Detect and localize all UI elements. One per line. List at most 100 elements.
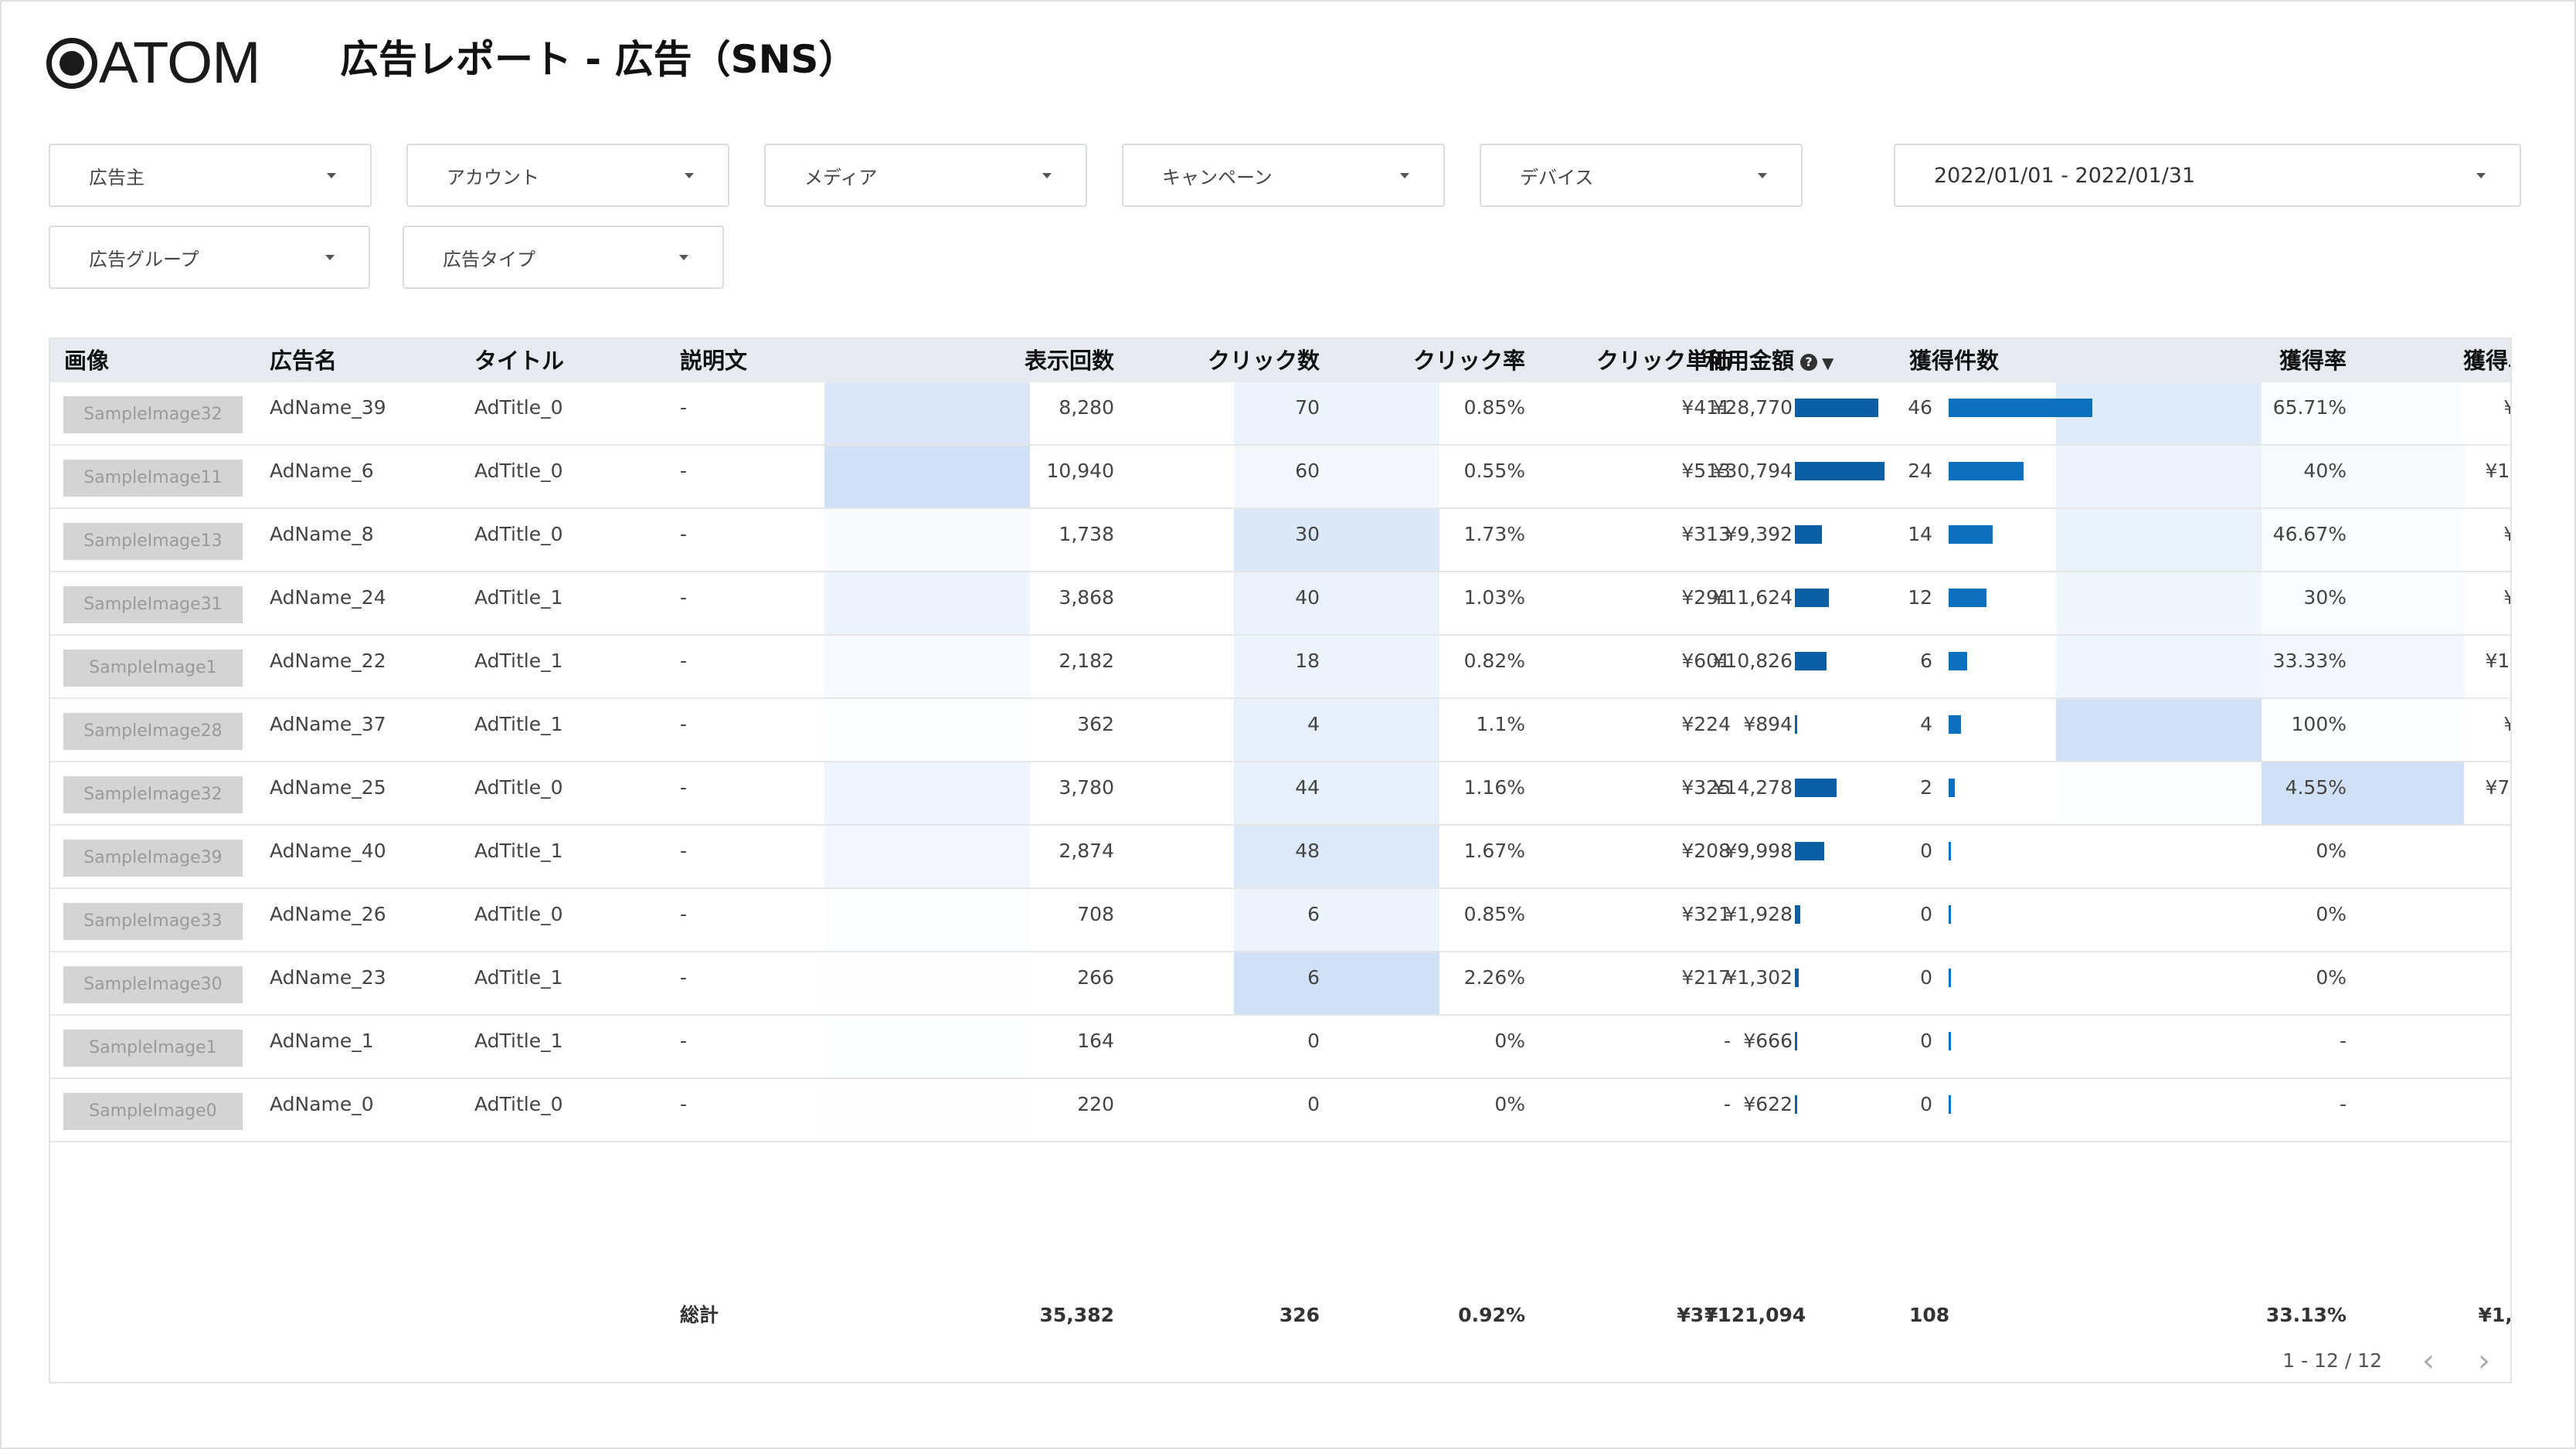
ad-image-thumbnail[interactable]: SampleImage13 — [63, 523, 243, 560]
cpa-cell: ¥969 — [2312, 572, 2510, 634]
conversions-value: 6 — [1920, 650, 1932, 672]
cpa-cell: ¥7,139 — [2485, 776, 2510, 799]
cvr-cell: 30% — [2303, 586, 2347, 609]
advertiser-filter-dropdown[interactable]: 広告主 — [49, 144, 372, 207]
spend-value: ¥622 — [1743, 1093, 1793, 1115]
media-filter-dropdown[interactable]: メディア — [764, 144, 1087, 207]
table-row[interactable]: SampleImage13 AdName_8 AdTitle_0-1,738 30 1.… — [50, 509, 2510, 572]
table-row[interactable]: SampleImage1AdName_1AdTitle_1-16400%---¥… — [50, 1016, 2510, 1079]
total-spend: ¥121,094 — [1704, 1304, 1806, 1326]
column-header-cpa[interactable]: 獲得単価 — [2312, 339, 2510, 382]
description-cell: - — [680, 523, 688, 545]
caret-down-icon — [325, 255, 335, 260]
table-row[interactable]: SampleImage32 AdName_39 AdTitle_0-8,280 70 0… — [50, 382, 2510, 446]
table-row[interactable]: SampleImage39 AdName_40 AdTitle_1-2,874 48 1… — [50, 826, 2510, 889]
ad-image-thumbnail[interactable]: SampleImage11 — [63, 460, 243, 497]
table-row[interactable]: SampleImage33 AdName_26 AdTitle_0-708 6 0.85… — [50, 889, 2510, 952]
date-range-picker[interactable]: 2022/01/01 - 2022/01/31 — [1894, 144, 2521, 207]
ad-image-thumbnail[interactable]: SampleImage39 — [63, 840, 243, 877]
spend-value: ¥14,278 — [1712, 776, 1793, 799]
column-header-ad-name[interactable]: 広告名 — [270, 339, 337, 382]
device-filter-dropdown[interactable]: デバイス — [1480, 144, 1803, 207]
table-row[interactable]: SampleImage0AdName_0AdTitle_0-22000%---¥… — [50, 1079, 2510, 1142]
media-filter-label: メディア — [804, 166, 878, 188]
conversions-value: 0 — [1920, 1030, 1932, 1052]
spend-value: ¥9,392 — [1725, 523, 1793, 545]
column-header-description[interactable]: 説明文 — [680, 339, 747, 382]
spend-value: ¥9,998 — [1725, 840, 1793, 862]
cvr-cell: 0% — [2316, 840, 2347, 862]
column-header-spend-label: 利用金額 — [1704, 348, 1795, 374]
ad-image-thumbnail[interactable]: SampleImage31 — [63, 586, 243, 623]
table-row[interactable]: SampleImage32 AdName_25 AdTitle_0-3,780 44 1… — [50, 762, 2510, 826]
totals-label: 総計 — [680, 1304, 719, 1326]
ad-image-thumbnail[interactable]: SampleImage1 — [63, 1030, 243, 1067]
spend-bar — [1795, 652, 1827, 670]
cvr-cell: 0% — [2316, 966, 2347, 989]
title-cell: AdTitle_0 — [474, 903, 563, 925]
ad-image-thumbnail[interactable]: SampleImage28 — [63, 713, 243, 750]
description-cell: - — [680, 776, 688, 799]
ad-image-thumbnail[interactable]: SampleImage32 — [63, 776, 243, 813]
conversions-value: 14 — [1908, 523, 1932, 545]
conversions-value: 0 — [1920, 840, 1932, 862]
ad-group-filter-dropdown[interactable]: 広告グループ — [49, 226, 370, 289]
help-icon[interactable]: ? — [1800, 354, 1818, 371]
conversions-value: 0 — [1920, 1093, 1932, 1115]
conversions-bar — [1949, 652, 1967, 670]
table-row[interactable]: SampleImage11 AdName_6 AdTitle_0-10,940 60 0… — [50, 446, 2510, 509]
chevron-left-icon[interactable]: ‹ — [2413, 1343, 2444, 1379]
conversions-bar — [1949, 589, 1986, 607]
ad-image-thumbnail[interactable]: SampleImage32 — [63, 396, 243, 433]
table-row[interactable]: SampleImage31 AdName_24 AdTitle_1-3,868 40 1… — [50, 572, 2510, 636]
account-filter-label: アカウント — [447, 166, 539, 188]
atom-logo: ATOM — [46, 34, 261, 93]
column-header-title[interactable]: タイトル — [474, 339, 564, 382]
spend-value: ¥10,826 — [1712, 650, 1793, 672]
spend-value: ¥1,302 — [1725, 966, 1793, 989]
spend-value: ¥666 — [1743, 1030, 1793, 1052]
cpa-cell: ¥1,804 — [2485, 650, 2510, 672]
spend-value: ¥28,770 — [1712, 396, 1793, 419]
sort-descending-icon[interactable]: ▼ — [1822, 354, 1833, 372]
cpa-cell: - — [2312, 826, 2510, 887]
conversions-bar — [1949, 1095, 1951, 1114]
ad-name-cell: AdName_23 — [270, 966, 386, 989]
caret-down-icon — [1042, 173, 1052, 178]
account-filter-dropdown[interactable]: アカウント — [406, 144, 729, 207]
column-header-cpc[interactable]: クリック単価 — [1490, 339, 1731, 382]
total-conversions: 108 — [1909, 1304, 1950, 1326]
total-cpc: ¥371 — [1677, 1304, 1731, 1326]
column-header-image[interactable]: 画像 — [64, 339, 109, 382]
ad-image-thumbnail[interactable]: SampleImage0 — [63, 1093, 243, 1130]
campaign-filter-label: キャンペーン — [1162, 166, 1273, 188]
column-header-spend[interactable]: 利用金額? ▼ — [1704, 339, 1833, 382]
totals-row: 総計 35,382 326 0.92% ¥371 ¥121,094 108 33… — [50, 1292, 2510, 1339]
cpa-cell: ¥224 — [2312, 699, 2510, 761]
ad-type-filter-dropdown[interactable]: 広告タイプ — [403, 226, 724, 289]
campaign-filter-dropdown[interactable]: キャンペーン — [1122, 144, 1445, 207]
total-cpa: ¥1,121 — [2478, 1304, 2512, 1326]
column-header-conversions[interactable]: 獲得件数 — [1909, 339, 1999, 382]
conversions-bar — [1949, 715, 1961, 734]
table-row[interactable]: SampleImage30 AdName_23 AdTitle_1-266 6 2.26… — [50, 952, 2510, 1016]
conversions-value: 12 — [1908, 586, 1932, 609]
conversions-value: 46 — [1908, 396, 1932, 419]
column-header-cvr[interactable]: 獲得率 — [2105, 339, 2347, 382]
chevron-right-icon[interactable]: › — [2469, 1343, 2500, 1379]
table-row[interactable]: SampleImage1 AdName_22 AdTitle_1-2,182 18 0.… — [50, 636, 2510, 699]
ad-image-thumbnail[interactable]: SampleImage30 — [63, 966, 243, 1003]
title-cell: AdTitle_1 — [474, 713, 563, 735]
table-row[interactable]: SampleImage28 AdName_37 AdTitle_1-362 4 1.1%… — [50, 699, 2510, 762]
cvr-cell: 65.71% — [2272, 396, 2347, 419]
conversions-bar — [1949, 905, 1951, 924]
cpa-cell: - — [2312, 1016, 2510, 1077]
ad-image-thumbnail[interactable]: SampleImage33 — [63, 903, 243, 940]
conversions-bar — [1949, 969, 1951, 987]
spend-bar — [1795, 905, 1800, 924]
cpa-cell: ¥625 — [2312, 382, 2510, 444]
title-cell: AdTitle_1 — [474, 840, 563, 862]
ad-image-thumbnail[interactable]: SampleImage1 — [63, 650, 243, 687]
description-cell: - — [680, 460, 688, 482]
cpa-cell: - — [2312, 952, 2510, 1014]
